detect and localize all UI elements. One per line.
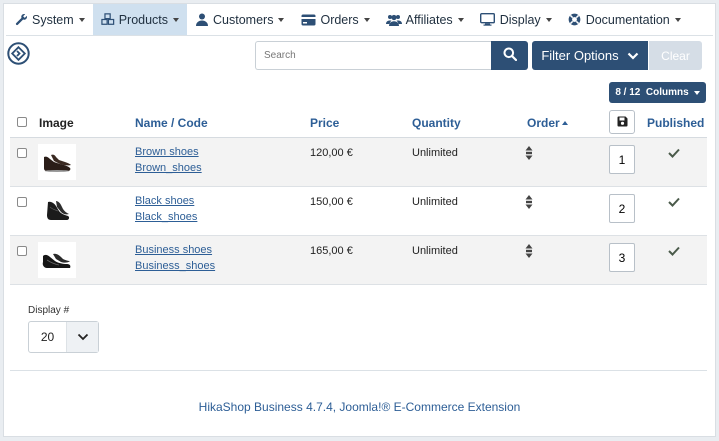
product-price: 165,00 €: [310, 245, 353, 257]
chevron-down-icon: [674, 17, 681, 22]
user-icon: [195, 13, 209, 27]
wrench-icon: [14, 13, 28, 27]
table-row: Black shoes Black_shoes 150,00 € Unlimit…: [10, 187, 707, 236]
footer-credit[interactable]: HikaShop Business 4.7.4, Joomla!® E-Comm…: [0, 400, 719, 414]
menu-label: Orders: [320, 12, 359, 27]
display-count-select[interactable]: 20: [28, 321, 99, 353]
product-image-business-shoes[interactable]: [38, 242, 76, 278]
search-icon: [503, 47, 517, 64]
chevron-down-icon: [363, 17, 370, 22]
published-check-icon[interactable]: [668, 147, 680, 158]
filter-options-button[interactable]: Filter Options: [532, 41, 648, 70]
select-all-checkbox[interactable]: [17, 117, 27, 127]
clear-button[interactable]: Clear: [649, 41, 702, 70]
chevron-down-icon: [278, 17, 285, 22]
header-order[interactable]: Order: [527, 116, 568, 130]
product-price: 150,00 €: [310, 196, 353, 208]
order-input[interactable]: [609, 243, 635, 272]
header-image: Image: [39, 116, 74, 130]
menu-orders[interactable]: Orders: [292, 4, 377, 35]
chevron-down-icon: [78, 17, 85, 22]
product-quantity: Unlimited: [412, 196, 458, 208]
row-checkbox[interactable]: [17, 246, 27, 256]
product-image-brown-shoes[interactable]: [38, 144, 76, 180]
search-input[interactable]: [255, 41, 491, 70]
chevron-down-icon: [173, 17, 180, 22]
product-image-black-shoes[interactable]: [38, 193, 76, 229]
product-name-link[interactable]: Business shoes: [135, 244, 212, 256]
menu-documentation[interactable]: Documentation: [560, 4, 689, 35]
header-order-label: Order: [527, 116, 560, 130]
menu-label: Documentation: [585, 12, 670, 27]
menu-system[interactable]: System: [6, 4, 93, 35]
display-count-label: Display #: [28, 305, 70, 316]
product-code-link[interactable]: Business_shoes: [135, 260, 215, 272]
users-icon: [385, 13, 402, 27]
header-name-code[interactable]: Name / Code: [135, 116, 208, 130]
order-input[interactable]: [609, 194, 635, 223]
chevron-down-icon: [627, 48, 639, 63]
product-quantity: Unlimited: [412, 147, 458, 159]
published-check-icon[interactable]: [668, 245, 680, 256]
menu-display[interactable]: Display: [472, 4, 560, 35]
chevron-down-icon: [545, 17, 552, 22]
menu-label: Affiliates: [405, 12, 453, 27]
header-published[interactable]: Published: [647, 116, 704, 130]
chevron-down-icon: [457, 17, 464, 22]
order-input[interactable]: [609, 145, 635, 174]
menu-label: Display: [499, 12, 541, 27]
product-code-link[interactable]: Black_shoes: [135, 211, 197, 223]
credit-card-icon: [300, 13, 316, 27]
drag-handle-icon[interactable]: [525, 195, 535, 209]
chevron-down-icon: [693, 90, 700, 95]
header-quantity[interactable]: Quantity: [412, 116, 461, 130]
cubes-icon: [101, 13, 115, 27]
menu-label: Products: [118, 12, 169, 27]
filter-options-label: Filter Options: [541, 48, 619, 63]
lifebuoy-icon: [568, 13, 582, 27]
save-icon: [617, 115, 628, 130]
display-count-value: 20: [40, 330, 55, 344]
menu-customers[interactable]: Customers: [187, 4, 292, 35]
columns-button[interactable]: 8 / 12 Columns: [609, 82, 706, 103]
footer-divider: [10, 370, 707, 371]
header-price[interactable]: Price: [310, 116, 339, 130]
search-button[interactable]: [491, 41, 528, 70]
menu-affiliates[interactable]: Affiliates: [378, 4, 472, 35]
product-price: 120,00 €: [310, 147, 353, 159]
save-order-button[interactable]: [609, 110, 635, 134]
columns-label: 8 / 12 Columns: [615, 87, 689, 98]
drag-handle-icon[interactable]: [525, 244, 535, 258]
published-check-icon[interactable]: [668, 196, 680, 207]
table-header: Image Name / Code Price Quantity Order P…: [10, 108, 707, 138]
drag-handle-icon[interactable]: [525, 146, 535, 160]
hikashop-logo-icon[interactable]: [7, 42, 30, 65]
sort-up-icon: [561, 121, 568, 125]
table-row: Brown shoes Brown_shoes 120,00 € Unlimit…: [10, 138, 707, 187]
row-checkbox[interactable]: [17, 197, 27, 207]
table-row: Business shoes Business_shoes 165,00 € U…: [10, 236, 707, 285]
product-name-link[interactable]: Brown shoes: [135, 146, 199, 158]
products-table: Image Name / Code Price Quantity Order P…: [10, 108, 707, 285]
product-code-link[interactable]: Brown_shoes: [135, 162, 202, 174]
menu-products[interactable]: Products: [92, 4, 188, 35]
menu-label: Customers: [213, 12, 274, 27]
monitor-icon: [480, 13, 496, 27]
product-name-link[interactable]: Black shoes: [135, 195, 194, 207]
top-menu: System Products Customers Orders Affilia…: [6, 4, 713, 36]
menu-label: System: [32, 12, 74, 27]
row-checkbox[interactable]: [17, 148, 27, 158]
chevron-down-icon: [66, 322, 98, 352]
product-quantity: Unlimited: [412, 245, 458, 257]
